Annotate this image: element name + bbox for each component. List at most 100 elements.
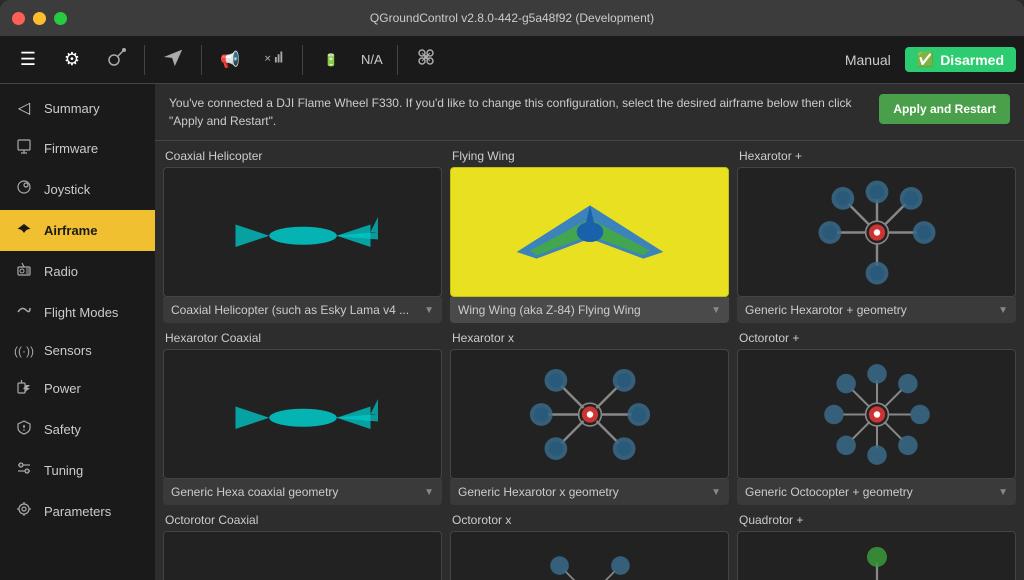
airframe-icon: [14, 220, 34, 241]
airframe-cell-coaxial-helicopter: Coaxial Helicopter Coaxi: [163, 149, 442, 323]
sidebar-item-firmware[interactable]: Firmware: [0, 128, 155, 169]
sidebar-label-sensors: Sensors: [44, 343, 92, 358]
firmware-icon: [14, 138, 34, 159]
flyingwing-dropdown[interactable]: Wing Wing (aka Z-84) Flying Wing ▼: [450, 297, 729, 323]
info-message: You've connected a DJI Flame Wheel F330.…: [169, 94, 869, 130]
minimize-button[interactable]: [33, 12, 46, 25]
sidebar-label-tuning: Tuning: [44, 463, 83, 478]
waypoint-button[interactable]: [96, 40, 136, 80]
safety-icon: [14, 419, 34, 440]
sidebar-label-safety: Safety: [44, 422, 81, 437]
content-area: You've connected a DJI Flame Wheel F330.…: [155, 84, 1024, 580]
drone-button[interactable]: [406, 40, 446, 80]
airframe-card-octocoaxial[interactable]: [163, 531, 442, 580]
octorotor-plus-image: [812, 357, 942, 472]
sidebar-item-flightmodes[interactable]: Flight Modes: [0, 292, 155, 333]
menu-button[interactable]: ☰: [8, 40, 48, 80]
sidebar: ◁ Summary Firmware Joystick: [0, 84, 155, 580]
category-label-hexax: Hexarotor x: [450, 331, 729, 345]
hexarotor-x-image: [525, 357, 655, 472]
category-label-flyingwing: Flying Wing: [450, 149, 729, 163]
divider-3: [302, 45, 303, 75]
hexacoaxial-dropdown[interactable]: Generic Hexa coaxial geometry ▼: [163, 479, 442, 505]
airframe-cell-hexarotor-plus: Hexarotor +: [737, 149, 1016, 323]
hexax-dropdown[interactable]: Generic Hexarotor x geometry ▼: [450, 479, 729, 505]
info-bar: You've connected a DJI Flame Wheel F330.…: [155, 84, 1024, 141]
coaxial-dropdown-label: Coaxial Helicopter (such as Esky Lama v4…: [171, 303, 409, 317]
airframe-card-hexaplus[interactable]: [737, 167, 1016, 297]
sidebar-item-joystick[interactable]: Joystick: [0, 169, 155, 210]
check-icon: ✅: [917, 51, 934, 68]
window-title: QGroundControl v2.8.0-442-g5a48f92 (Deve…: [370, 11, 654, 25]
octoplus-dropdown[interactable]: Generic Octocopter + geometry ▼: [737, 479, 1016, 505]
airframe-card-coaxial[interactable]: [163, 167, 442, 297]
coaxial-helicopter-image: [228, 177, 378, 287]
battery-status: N/A: [355, 52, 389, 67]
sidebar-item-parameters[interactable]: Parameters: [0, 491, 155, 532]
flyingwing-dropdown-arrow: ▼: [711, 305, 721, 316]
sidebar-item-sensors[interactable]: ((·)) Sensors: [0, 333, 155, 368]
parameters-icon: [14, 501, 34, 522]
power-icon: [14, 378, 34, 399]
battery-icon: 🔋: [324, 53, 339, 67]
sidebar-item-power[interactable]: Power: [0, 368, 155, 409]
category-label-octoplus: Octorotor +: [737, 331, 1016, 345]
flyingwing-dropdown-label: Wing Wing (aka Z-84) Flying Wing: [458, 303, 641, 317]
flight-mode-label: Manual: [845, 52, 891, 68]
airframe-cell-flying-wing: Flying Wing Wing Wing (aka Z-84) Flyi: [450, 149, 729, 323]
airframe-cell-quadplus: Quadrotor +: [737, 513, 1016, 580]
airframe-cell-octocoaxial: Octorotor Coaxial Generic Octocopter coa…: [163, 513, 442, 580]
hexax-dropdown-arrow: ▼: [711, 487, 721, 498]
battery-button[interactable]: 🔋: [311, 40, 351, 80]
sidebar-item-airframe[interactable]: Airframe: [0, 210, 155, 251]
apply-restart-button[interactable]: Apply and Restart: [879, 94, 1010, 124]
category-label-octox: Octorotor x: [450, 513, 729, 527]
sidebar-item-safety[interactable]: Safety: [0, 409, 155, 450]
airframe-card-flyingwing[interactable]: [450, 167, 729, 297]
airframe-card-hexax[interactable]: [450, 349, 729, 479]
radio-icon: [14, 261, 34, 282]
sidebar-item-tuning[interactable]: Tuning: [0, 450, 155, 491]
octoplus-dropdown-arrow: ▼: [998, 487, 1008, 498]
hexacoaxial-dropdown-arrow: ▼: [424, 487, 434, 498]
sidebar-label-summary: Summary: [44, 101, 100, 116]
hexax-dropdown-label: Generic Hexarotor x geometry: [458, 485, 619, 499]
tuning-icon: [14, 460, 34, 481]
airframe-card-octoplus[interactable]: [737, 349, 1016, 479]
flightmodes-icon: [14, 302, 34, 323]
coaxial-dropdown[interactable]: Coaxial Helicopter (such as Esky Lama v4…: [163, 297, 442, 323]
sidebar-label-power: Power: [44, 381, 81, 396]
sensors-icon: ((·)): [14, 344, 34, 358]
send-button[interactable]: [153, 40, 193, 80]
hexacoaxial-dropdown-label: Generic Hexa coaxial geometry: [171, 485, 338, 499]
armed-status: ✅ Disarmed: [905, 47, 1016, 72]
close-button[interactable]: [12, 12, 25, 25]
maximize-button[interactable]: [54, 12, 67, 25]
alert-button[interactable]: 📢: [210, 40, 250, 80]
airframe-cell-hexacoaxial: Hexarotor Coaxial Generic Hexa coaxial g…: [163, 331, 442, 505]
alert-icon: 📢: [220, 50, 240, 70]
menu-icon: ☰: [20, 49, 36, 70]
airframe-card-quadplus[interactable]: [737, 531, 1016, 580]
hexaplus-dropdown-label: Generic Hexarotor + geometry: [745, 303, 907, 317]
sidebar-label-flightmodes: Flight Modes: [44, 305, 118, 320]
signal-button[interactable]: ✕: [254, 40, 294, 80]
category-label-octocoaxial: Octorotor Coaxial: [163, 513, 442, 527]
sidebar-item-radio[interactable]: Radio: [0, 251, 155, 292]
summary-icon: ◁: [14, 98, 34, 118]
svg-text:✕: ✕: [264, 54, 272, 64]
waypoint-icon: [104, 46, 128, 73]
settings-button[interactable]: ⚙: [52, 40, 92, 80]
window-controls[interactable]: [12, 12, 67, 25]
octoplus-dropdown-label: Generic Octocopter + geometry: [745, 485, 913, 499]
category-label-hexacoaxial: Hexarotor Coaxial: [163, 331, 442, 345]
signal-icon: ✕: [263, 46, 285, 73]
sidebar-label-firmware: Firmware: [44, 141, 98, 156]
hexaplus-dropdown[interactable]: Generic Hexarotor + geometry ▼: [737, 297, 1016, 323]
airframe-card-hexacoaxial[interactable]: [163, 349, 442, 479]
main-container: ◁ Summary Firmware Joystick: [0, 84, 1024, 580]
sidebar-item-summary[interactable]: ◁ Summary: [0, 88, 155, 128]
airframe-card-octox[interactable]: [450, 531, 729, 580]
sidebar-label-joystick: Joystick: [44, 182, 90, 197]
octocoaxial-image: [228, 541, 378, 580]
